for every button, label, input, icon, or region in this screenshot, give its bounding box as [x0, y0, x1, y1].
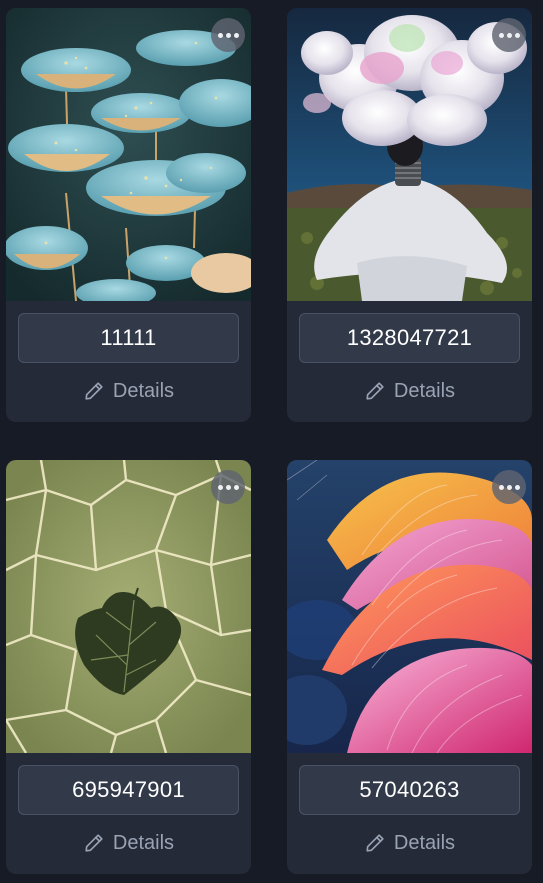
- details-label: Details: [112, 831, 175, 854]
- image-grid: 11111 Details 1328047721 Details 6959479…: [0, 0, 543, 883]
- more-horizontal-icon: [498, 484, 504, 490]
- details-label: Details: [112, 379, 175, 402]
- image-thumbnail[interactable]: [287, 460, 532, 753]
- more-options-button[interactable]: [211, 18, 245, 52]
- pencil-icon: [366, 834, 384, 852]
- image-thumbnail[interactable]: [6, 8, 251, 301]
- more-horizontal-icon: [217, 484, 223, 490]
- details-label: Details: [393, 379, 456, 402]
- seed-field[interactable]: 57040263: [299, 765, 520, 815]
- pencil-icon: [366, 382, 384, 400]
- image-card: 1328047721 Details: [287, 8, 532, 422]
- more-options-button[interactable]: [492, 18, 526, 52]
- image-card: 695947901 Details: [6, 460, 251, 874]
- details-button[interactable]: Details: [287, 826, 532, 860]
- details-button[interactable]: Details: [287, 374, 532, 408]
- teal-mushrooms-image: [6, 8, 251, 301]
- details-button[interactable]: Details: [6, 826, 251, 860]
- green-leaf-texture-image: [6, 460, 251, 753]
- seed-field[interactable]: 1328047721: [299, 313, 520, 363]
- details-button[interactable]: Details: [6, 374, 251, 408]
- seashells-image: [287, 460, 532, 753]
- more-horizontal-icon: [498, 32, 504, 38]
- pencil-icon: [85, 834, 103, 852]
- image-thumbnail[interactable]: [6, 460, 251, 753]
- details-label: Details: [393, 831, 456, 854]
- more-horizontal-icon: [217, 32, 223, 38]
- flower-headpiece-portrait-image: [287, 8, 532, 301]
- more-options-button[interactable]: [211, 470, 245, 504]
- seed-field[interactable]: 695947901: [18, 765, 239, 815]
- image-thumbnail[interactable]: [287, 8, 532, 301]
- image-card: 11111 Details: [6, 8, 251, 422]
- seed-field[interactable]: 11111: [18, 313, 239, 363]
- pencil-icon: [85, 382, 103, 400]
- more-options-button[interactable]: [492, 470, 526, 504]
- image-card: 57040263 Details: [287, 460, 532, 874]
